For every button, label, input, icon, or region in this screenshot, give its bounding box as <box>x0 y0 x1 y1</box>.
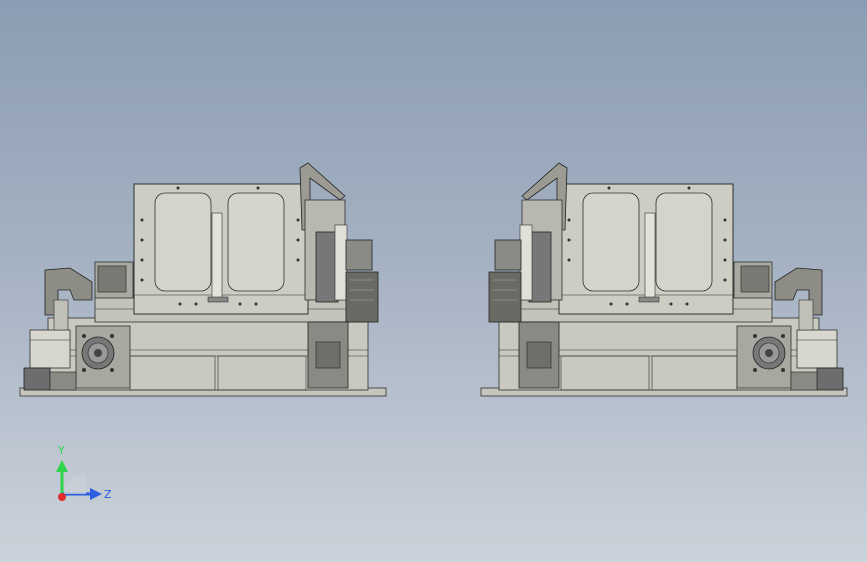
cad-viewport[interactable]: Y Z <box>0 0 867 562</box>
machine-assembly-front[interactable] <box>19 162 387 397</box>
coordinate-triad-icon: Y Z <box>56 444 112 501</box>
x-axis-dot <box>58 493 66 501</box>
machine-assembly-rear[interactable] <box>480 162 848 397</box>
y-axis-label: Y <box>57 444 65 457</box>
z-axis-label: Z <box>104 488 112 501</box>
